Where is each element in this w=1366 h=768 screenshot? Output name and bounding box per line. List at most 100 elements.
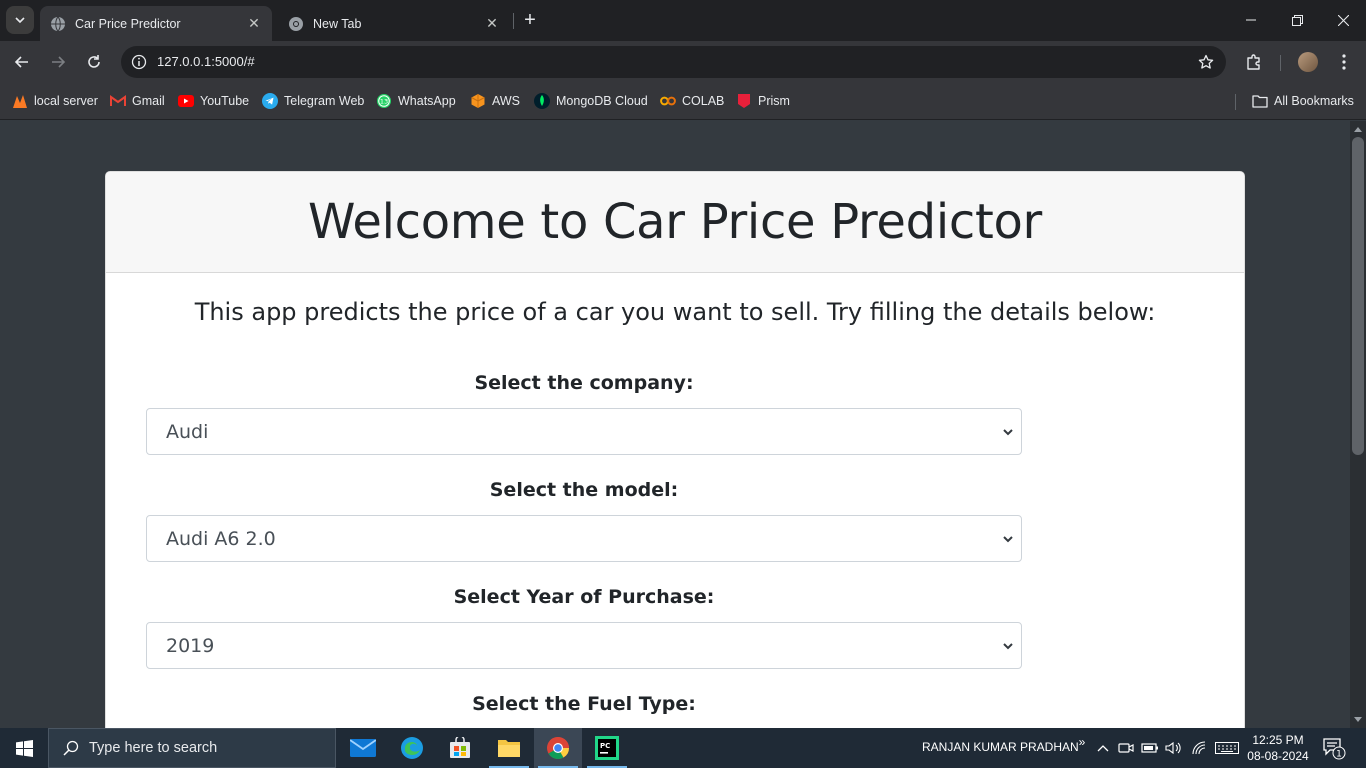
bookmark-label: WhatsApp: [398, 94, 456, 108]
keyboard-icon[interactable]: [1214, 738, 1240, 758]
bookmark-label: Gmail: [132, 94, 165, 108]
bookmark-label: local server: [34, 94, 98, 108]
chrome-icon: [289, 16, 303, 31]
battery-icon[interactable]: [1141, 738, 1159, 758]
card-header: Welcome to Car Price Predictor: [106, 172, 1244, 273]
svg-text:PC: PC: [600, 742, 610, 750]
extensions-button[interactable]: [1240, 48, 1268, 76]
taskbar-clock[interactable]: 12:25 PM 08-08-2024: [1246, 732, 1310, 764]
windows-taskbar: Type here to search PC RANJAN KUMAR PRAD…: [0, 728, 1366, 768]
taskbar-app-mail[interactable]: [339, 728, 387, 768]
tab-title: Car Price Predictor: [75, 16, 181, 31]
bookmark-label: Prism: [758, 94, 790, 108]
minimize-button[interactable]: [1228, 0, 1274, 40]
edge-icon: [401, 737, 423, 759]
bookmark-prism[interactable]: Prism: [736, 92, 790, 110]
all-bookmarks-label: All Bookmarks: [1274, 94, 1354, 108]
arrow-right-icon: [52, 56, 66, 68]
address-bar[interactable]: 127.0.0.1:5000/#: [121, 46, 1226, 78]
fuel-type-label: Select the Fuel Type:: [472, 693, 696, 715]
browser-toolbar: 127.0.0.1:5000/#: [0, 41, 1366, 83]
scroll-down-arrow-icon[interactable]: [1354, 717, 1362, 722]
tray-overflow-chevron-icon[interactable]: [1094, 738, 1112, 758]
taskbar-app-chrome[interactable]: [534, 728, 582, 768]
bookmark-label: MongoDB Cloud: [556, 94, 648, 108]
bookmark-whatsapp[interactable]: 13 WhatsApp: [376, 92, 456, 110]
tab-car-price-predictor[interactable]: Car Price Predictor ✕: [40, 6, 272, 41]
notification-center-button[interactable]: 1: [1322, 736, 1346, 760]
kebab-menu-icon: [1342, 54, 1346, 70]
clock-date: 08-08-2024: [1247, 749, 1309, 763]
tab-title: New Tab: [313, 16, 362, 31]
company-select-value: Audi: [166, 421, 209, 443]
tray-user-name[interactable]: RANJAN KUMAR PRADHAN: [922, 740, 1079, 754]
tray-double-chevron-icon[interactable]: »: [1073, 732, 1091, 752]
scroll-up-arrow-icon[interactable]: [1354, 127, 1362, 132]
intro-text: This app predicts the price of a car you…: [194, 298, 1156, 326]
chevron-down-icon: [1003, 429, 1013, 436]
bookmark-youtube[interactable]: YouTube: [178, 92, 249, 110]
whatsapp-badge: 13: [380, 98, 388, 106]
tab-new-tab[interactable]: New Tab ✕: [278, 6, 510, 41]
wifi-icon[interactable]: [1190, 738, 1208, 758]
restore-icon: [1291, 14, 1303, 26]
taskbar-app-file-explorer[interactable]: [485, 728, 533, 768]
new-tab-button[interactable]: +: [519, 9, 541, 31]
close-tab-icon[interactable]: ✕: [484, 15, 500, 32]
scroll-thumb[interactable]: [1352, 137, 1364, 455]
tab-search-button[interactable]: [6, 6, 34, 34]
chevron-down-icon: [1003, 643, 1013, 650]
notification-count: 1: [1336, 750, 1342, 760]
close-window-button[interactable]: [1320, 0, 1366, 40]
company-select[interactable]: Audi: [146, 408, 1022, 455]
year-select[interactable]: 2019: [146, 622, 1022, 669]
taskbar-app-pycharm[interactable]: PC: [583, 728, 631, 768]
year-select-value: 2019: [166, 635, 215, 657]
pycharm-icon: PC: [595, 736, 619, 760]
bookmark-local-server[interactable]: local server: [12, 92, 98, 110]
folder-icon: [1252, 93, 1268, 109]
page-viewport: Welcome to Car Price Predictor This app …: [0, 121, 1350, 728]
start-button[interactable]: [0, 728, 48, 768]
bookmark-gmail[interactable]: Gmail: [110, 92, 165, 110]
forward-button[interactable]: [44, 48, 72, 76]
menu-button[interactable]: [1330, 48, 1358, 76]
bookmark-star-icon[interactable]: [1196, 52, 1216, 72]
xampp-icon: [12, 93, 28, 109]
mongodb-icon: [534, 93, 550, 109]
puzzle-icon: [1247, 54, 1260, 70]
colab-icon: [660, 93, 676, 109]
globe-icon: [51, 16, 65, 31]
address-url: 127.0.0.1:5000/#: [157, 54, 255, 69]
taskbar-search-box[interactable]: Type here to search: [48, 728, 336, 768]
page-scrollbar[interactable]: [1350, 121, 1366, 728]
chevron-down-icon: [15, 17, 25, 24]
bookmark-label: AWS: [492, 94, 521, 108]
close-tab-icon[interactable]: ✕: [246, 15, 262, 32]
taskbar-app-store[interactable]: [436, 728, 484, 768]
notification-icon: 1: [1323, 738, 1346, 760]
tab-divider: [513, 13, 514, 29]
bookmark-telegram-web[interactable]: Telegram Web: [262, 92, 364, 110]
reload-button[interactable]: [80, 48, 108, 76]
profile-avatar[interactable]: [1298, 52, 1318, 72]
taskbar-app-edge[interactable]: [388, 728, 436, 768]
minimize-icon: [1246, 19, 1256, 21]
whatsapp-icon: 13: [376, 93, 392, 109]
bookmark-mongodb-cloud[interactable]: MongoDB Cloud: [534, 92, 648, 110]
folder-icon: [498, 740, 520, 757]
model-select[interactable]: Audi A6 2.0: [146, 515, 1022, 562]
bookmark-colab[interactable]: COLAB: [660, 92, 724, 110]
site-info-icon[interactable]: [129, 52, 149, 72]
restore-button[interactable]: [1274, 0, 1320, 40]
camera-icon[interactable]: [1117, 738, 1135, 758]
predictor-card: Welcome to Car Price Predictor This app …: [105, 171, 1245, 728]
telegram-icon: [262, 93, 278, 109]
back-button[interactable]: [8, 48, 36, 76]
close-icon: [1337, 14, 1349, 26]
aws-icon: [470, 93, 486, 109]
all-bookmarks-button[interactable]: All Bookmarks: [1252, 92, 1354, 110]
windows-logo-icon: [15, 739, 33, 757]
bookmark-aws[interactable]: AWS: [470, 92, 520, 110]
speaker-icon[interactable]: [1165, 738, 1183, 758]
